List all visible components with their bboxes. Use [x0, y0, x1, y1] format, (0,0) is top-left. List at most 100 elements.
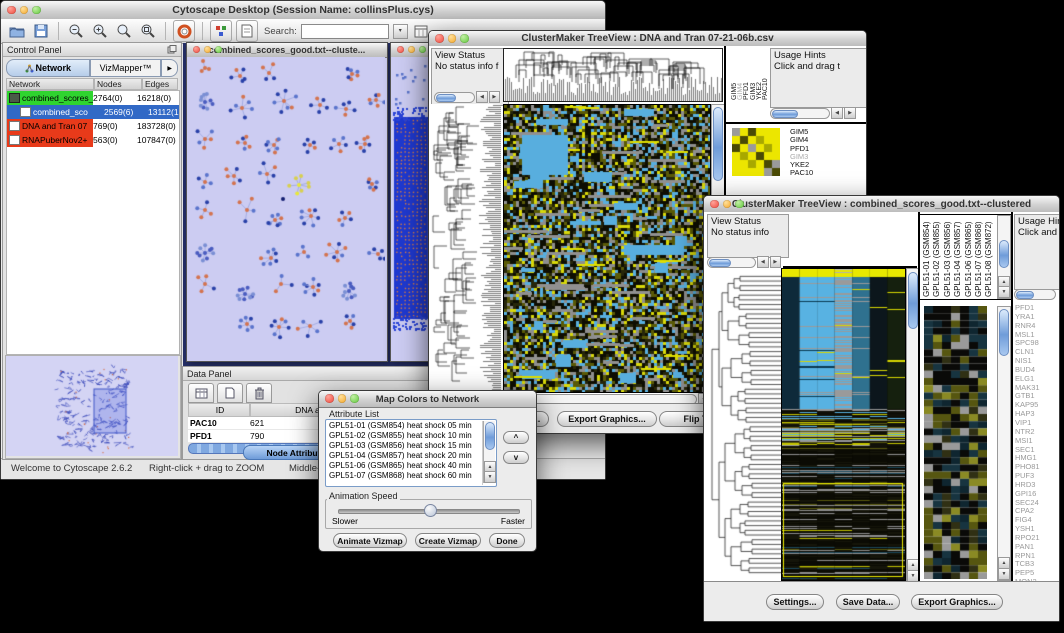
- zoom-button[interactable]: [460, 34, 469, 43]
- network-view-titlebar[interactable]: combined_scores_good.txt--cluste...: [187, 43, 387, 58]
- tab-network[interactable]: Network: [6, 59, 90, 77]
- column-label[interactable]: PAC10: [762, 50, 768, 100]
- minimize-button[interactable]: [338, 394, 347, 403]
- dialog-action-button[interactable]: Done: [489, 533, 525, 548]
- network-row[interactable]: combined_sco2569(6)13112(15): [7, 105, 179, 119]
- help-button[interactable]: [173, 20, 195, 42]
- hints-scrollbar[interactable]: [1014, 289, 1056, 300]
- scroll-right-button[interactable]: ▶: [770, 256, 781, 268]
- search-dropdown-button[interactable]: ▾: [393, 24, 408, 39]
- zoom-button[interactable]: [350, 394, 359, 403]
- network-overview[interactable]: [5, 355, 181, 459]
- scroll-down-button[interactable]: ▼: [484, 471, 496, 483]
- similarity-matrix-canvas[interactable]: [732, 128, 780, 176]
- column-label[interactable]: GPL51-03 (GSM856): [943, 217, 953, 297]
- minimize-button[interactable]: [20, 6, 29, 15]
- zoom-out-button[interactable]: [66, 21, 86, 41]
- scroll-right-button[interactable]: ▶: [844, 107, 856, 119]
- tab-overflow-button[interactable]: ▶: [161, 59, 178, 77]
- treeview-action-button[interactable]: Settings...: [766, 594, 824, 610]
- scroll-left-button[interactable]: ◀: [476, 91, 487, 103]
- network-row[interactable]: DNA and Tran 07769(0)183728(0): [7, 119, 179, 133]
- scroll-down-button[interactable]: ▼: [998, 568, 1010, 580]
- close-button[interactable]: [7, 6, 16, 15]
- zoom-button[interactable]: [215, 46, 222, 53]
- minimize-button[interactable]: [204, 46, 211, 53]
- treeview1-titlebar[interactable]: ClusterMaker TreeView : DNA and Tran 07-…: [429, 31, 866, 47]
- save-session-button[interactable]: [31, 21, 51, 41]
- col-edges[interactable]: Edges: [142, 78, 178, 90]
- hints-scrollbar[interactable]: [770, 108, 830, 119]
- heatmap-canvas[interactable]: [781, 268, 906, 581]
- id-column[interactable]: ID: [188, 403, 250, 417]
- zoom-button[interactable]: [32, 6, 41, 15]
- close-button[interactable]: [325, 394, 334, 403]
- col-nodes[interactable]: Nodes: [94, 78, 142, 90]
- close-button[interactable]: [193, 46, 200, 53]
- network-row[interactable]: RNAPuberNov2+563(0)107847(0): [7, 133, 179, 147]
- annotation-button[interactable]: [236, 20, 258, 42]
- attribute-scrollbar[interactable]: ▲ ▼: [483, 421, 495, 483]
- column-label[interactable]: YKE2: [756, 50, 762, 100]
- column-label[interactable]: GPL51-04 (GSM857): [953, 217, 963, 297]
- heatmap-canvas[interactable]: [503, 104, 711, 393]
- minimize-button[interactable]: [723, 200, 732, 209]
- tab-vizmapper[interactable]: VizMapper™: [90, 59, 162, 77]
- column-label[interactable]: GIM3: [750, 50, 756, 100]
- column-label[interactable]: GPL51-02 (GSM855): [932, 217, 942, 297]
- minimize-button[interactable]: [448, 34, 457, 43]
- scroll-down-button[interactable]: ▼: [998, 286, 1010, 298]
- attribute-item[interactable]: GPL51-04 (GSM857) heat shock 20 min: [327, 451, 482, 461]
- scroll-left-button[interactable]: ◀: [831, 107, 843, 119]
- delete-attribute-button[interactable]: [246, 383, 272, 403]
- attribute-item[interactable]: GPL51-07 (GSM868) heat shock 60 min: [327, 471, 482, 481]
- column-label[interactable]: GPL51-08 (GSM872): [984, 217, 994, 297]
- dialog-action-button[interactable]: Animate Vizmap: [333, 533, 407, 548]
- col-network[interactable]: Network: [6, 78, 94, 90]
- minimize-button[interactable]: [408, 46, 415, 53]
- zoom-heatmap-canvas[interactable]: [924, 306, 987, 579]
- dialog-action-button[interactable]: Create Vizmap: [415, 533, 481, 548]
- zoom-fit-button[interactable]: [114, 21, 134, 41]
- status-scrollbar[interactable]: [707, 257, 756, 268]
- row-dendrogram-canvas[interactable]: [707, 268, 781, 579]
- attribute-item[interactable]: GPL51-03 (GSM856) heat shock 15 min: [327, 441, 482, 451]
- column-label[interactable]: GPL51-07 (GSM868): [974, 217, 984, 297]
- attribute-item[interactable]: GPL51-02 (GSM855) heat shock 10 min: [327, 431, 482, 441]
- close-button[interactable]: [397, 46, 404, 53]
- open-session-button[interactable]: [7, 21, 27, 41]
- row-dendrogram-canvas[interactable]: [431, 104, 501, 391]
- column-label[interactable]: PFD1: [743, 50, 749, 100]
- zoom-button[interactable]: [419, 46, 426, 53]
- gene-label[interactable]: PAC10: [790, 169, 813, 177]
- column-label[interactable]: GPL51-06 (GSM865): [964, 217, 974, 297]
- new-attribute-button[interactable]: [217, 383, 243, 403]
- network-canvas[interactable]: [187, 57, 385, 360]
- treeview-action-button[interactable]: Export Graphics...: [557, 411, 657, 427]
- move-up-button[interactable]: ^: [503, 431, 529, 444]
- select-attributes-button[interactable]: [188, 383, 214, 403]
- zoom-selected-button[interactable]: [138, 21, 158, 41]
- float-panel-icon[interactable]: [167, 45, 177, 54]
- attribute-item[interactable]: GPL51-01 (GSM854) heat shock 05 min: [327, 421, 482, 431]
- attribute-item[interactable]: GPL51-06 (GSM865) heat shock 40 min: [327, 461, 482, 471]
- main-titlebar[interactable]: Cytoscape Desktop (Session Name: collins…: [1, 1, 605, 20]
- overview-canvas[interactable]: [6, 356, 178, 456]
- treeview2-titlebar[interactable]: ClusterMaker TreeView : combined_scores_…: [704, 196, 1059, 213]
- treeview-action-button[interactable]: Save Data...: [836, 594, 900, 610]
- zoom-scrollbar[interactable]: ▲ ▼: [997, 306, 1011, 581]
- dialog-titlebar[interactable]: Map Colors to Network: [319, 391, 536, 408]
- vizmapper-button[interactable]: [210, 20, 232, 42]
- scroll-right-button[interactable]: ▶: [489, 91, 500, 103]
- close-button[interactable]: [435, 34, 444, 43]
- status-scrollbar[interactable]: [434, 92, 475, 103]
- move-down-button[interactable]: v: [503, 451, 529, 464]
- speed-slider-thumb[interactable]: [424, 504, 437, 517]
- close-button[interactable]: [710, 200, 719, 209]
- treeview-action-button[interactable]: Export Graphics...: [911, 594, 1003, 610]
- search-input[interactable]: [301, 24, 389, 39]
- scroll-left-button[interactable]: ◀: [757, 256, 768, 268]
- zoom-in-button[interactable]: [90, 21, 110, 41]
- zoom-button[interactable]: [735, 200, 744, 209]
- label-scrollbar[interactable]: ▲ ▼: [997, 215, 1011, 299]
